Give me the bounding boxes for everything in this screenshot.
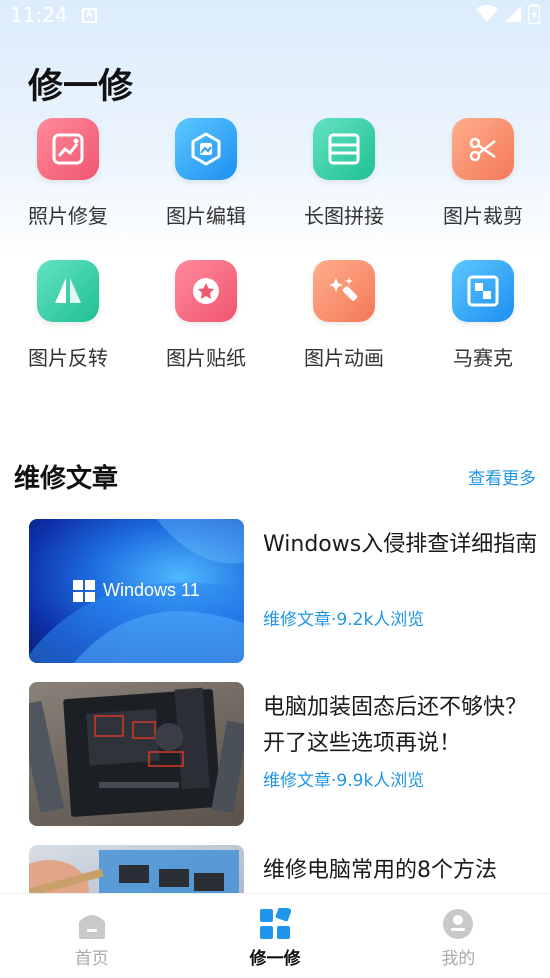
tool-label: 图片动画 xyxy=(304,346,384,370)
nav-label: 我的 xyxy=(441,949,476,969)
image-crop-icon xyxy=(452,118,514,180)
image-animation-icon xyxy=(313,260,375,322)
wifi-icon xyxy=(476,5,498,22)
image-sticker-icon xyxy=(175,260,237,322)
tool-label: 马赛克 xyxy=(453,346,513,370)
status-bar: 11:24 A xyxy=(0,0,550,30)
articles-section-header: 维修文章 查看更多 xyxy=(14,458,536,495)
image-edit-icon xyxy=(175,118,237,180)
tool-label: 照片修复 xyxy=(28,204,108,228)
bottom-navigation: 首页 修一修 我的 xyxy=(0,893,550,978)
section-title: 维修文章 xyxy=(14,464,119,494)
thumbnail-caption: Windows 11 xyxy=(103,580,200,600)
article-thumbnail xyxy=(29,682,244,826)
long-image-stitch-icon xyxy=(313,118,375,180)
status-time: 11:24 xyxy=(10,3,68,27)
home-icon xyxy=(78,915,105,939)
profile-icon xyxy=(443,909,474,939)
image-flip-icon xyxy=(37,260,99,322)
nav-repair[interactable]: 修一修 xyxy=(183,894,366,978)
tool-image-flip[interactable]: 图片反转 xyxy=(0,260,137,371)
battery-icon xyxy=(528,4,540,24)
nav-home[interactable]: 首页 xyxy=(0,894,183,978)
mosaic-icon xyxy=(452,260,514,322)
tool-label: 图片反转 xyxy=(28,346,108,370)
tool-photo-repair[interactable]: 照片修复 xyxy=(0,118,137,229)
tool-image-sticker[interactable]: 图片贴纸 xyxy=(137,260,275,371)
tool-image-edit[interactable]: 图片编辑 xyxy=(137,118,275,229)
photo-repair-icon xyxy=(37,118,99,180)
tool-long-image-stitch[interactable]: 长图拼接 xyxy=(275,118,413,229)
article-thumbnail: Windows 11 xyxy=(29,519,244,663)
nav-label: 首页 xyxy=(74,949,109,969)
article-item[interactable]: 电脑加装固态后还不够快？开了这些选项再说！ 维修文章·9.9k人浏览 xyxy=(29,682,539,826)
keyboard-indicator-icon: A xyxy=(81,7,97,23)
tool-label: 图片裁剪 xyxy=(443,204,523,228)
nav-profile[interactable]: 我的 xyxy=(367,894,550,978)
nav-label: 修一修 xyxy=(249,949,301,969)
article-title: 维修电脑常用的8个方法 xyxy=(263,858,497,883)
page-title: 修一修 xyxy=(28,67,134,107)
article-meta: 维修文章·9.9k人浏览 xyxy=(263,771,425,791)
tool-label: 图片编辑 xyxy=(166,204,246,228)
grid-icon xyxy=(259,908,291,939)
view-more-link[interactable]: 查看更多 xyxy=(468,464,536,489)
signal-icon xyxy=(505,6,521,22)
tool-label: 长图拼接 xyxy=(304,204,384,228)
tool-image-crop[interactable]: 图片裁剪 xyxy=(414,118,550,229)
tool-label: 图片贴纸 xyxy=(166,346,246,370)
article-item[interactable]: Windows 11 Windows入侵排查详细指南 维修文章·9.2k人浏览 xyxy=(29,519,539,663)
tool-mosaic[interactable]: 马赛克 xyxy=(414,260,550,371)
article-title: Windows入侵排查详细指南 xyxy=(263,532,538,557)
tool-image-animation[interactable]: 图片动画 xyxy=(275,260,413,371)
article-meta: 维修文章·9.2k人浏览 xyxy=(263,610,425,630)
article-title: 电脑加装固态后还不够快？开了这些选项再说！ xyxy=(263,695,528,756)
